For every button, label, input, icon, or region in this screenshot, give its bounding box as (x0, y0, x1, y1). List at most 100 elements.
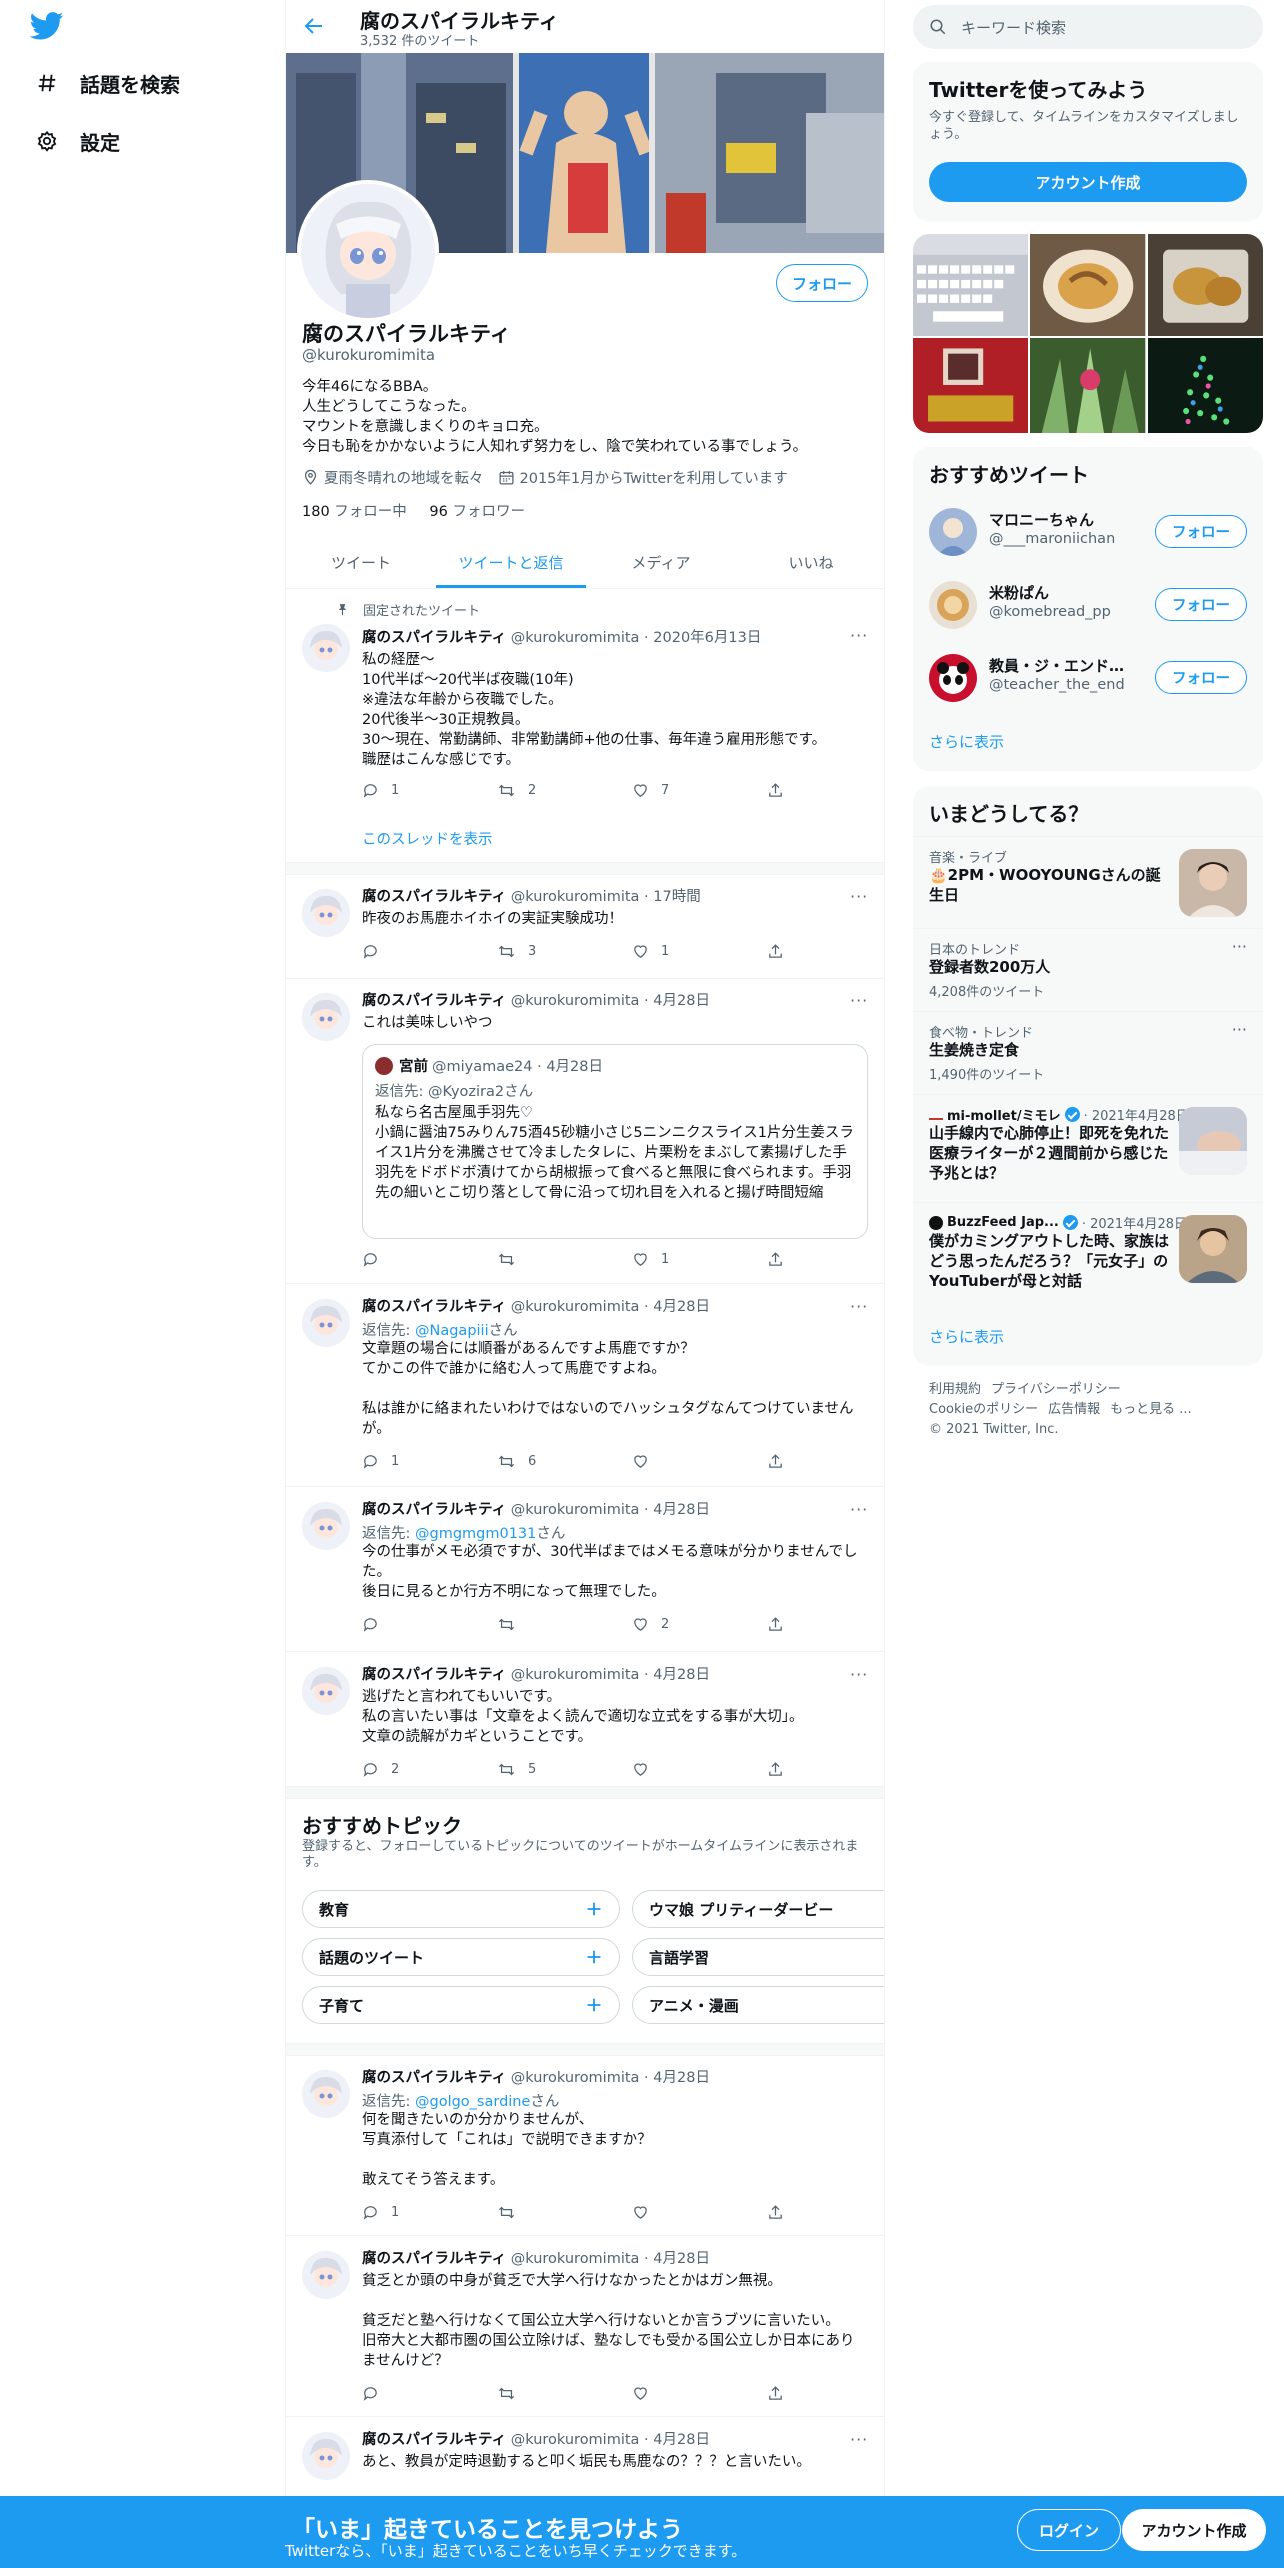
tweet[interactable]: 腐のスパイラルキティ @kurokuromimita · 4月28日 ··· こ… (286, 979, 884, 1284)
more-icon[interactable]: ··· (850, 887, 870, 907)
trend-item[interactable]: 音楽・ライブ 🎂2PM・WOOYOUNGさんの誕生日 (913, 836, 1263, 928)
share-button[interactable] (767, 943, 796, 960)
media-thumbnail[interactable] (1147, 234, 1263, 337)
news-item[interactable]: BuzzFeed Jap... · 2021年4月28日 僕がカミングアウトした時… (913, 1202, 1263, 1314)
reply-to-handle[interactable]: @gmgmgm0131 (415, 1526, 536, 1542)
tweet-avatar[interactable] (302, 993, 350, 1041)
tweet-author-name[interactable]: 腐のスパイラルキティ (362, 630, 506, 646)
tweet[interactable]: 腐のスパイラルキティ @kurokuromimita · 4月28日 ··· 返… (286, 1488, 884, 1652)
more-icon[interactable]: ··· (850, 2430, 870, 2450)
tweet-avatar[interactable] (302, 624, 350, 672)
retweet-button[interactable] (497, 2385, 632, 2402)
show-thread-link[interactable]: このスレッドを表示 (362, 828, 493, 849)
tweet-pinned[interactable]: 固定されたツイート 腐のスパイラルキティ @kurokuromimita · 2… (286, 590, 884, 856)
user-avatar[interactable] (929, 508, 977, 556)
profile-avatar[interactable] (297, 180, 439, 322)
retweet-button[interactable]: 5 (497, 1761, 632, 1778)
following-link[interactable]: 180 フォロー中 (302, 504, 425, 520)
footer-ads-link[interactable]: 広告情報 (1048, 1402, 1100, 1417)
quoted-tweet[interactable]: 宮前 @miyamae24 · 4月28日 返信先: @Kyozira2さん 私な… (362, 1044, 868, 1239)
reply-button[interactable] (362, 2385, 497, 2402)
reply-button[interactable]: 1 (362, 782, 497, 799)
user-avatar[interactable] (929, 581, 977, 629)
tweet-avatar[interactable] (302, 2251, 350, 2299)
twitter-logo-icon[interactable] (30, 12, 64, 40)
media-thumbnail[interactable] (1030, 338, 1146, 433)
tweet-avatar[interactable] (302, 2432, 350, 2480)
signup-button[interactable]: アカウント作成 (1122, 2509, 1266, 2551)
topic-pill[interactable]: 言語学習 (632, 1938, 884, 1976)
tweet-author-name[interactable]: 腐のスパイラルキティ (362, 2070, 506, 2086)
user-row[interactable]: 米粉ぱん @komebread_pp フォロー (913, 569, 1263, 642)
user-row[interactable]: マロニーちゃん @___maroniichan フォロー (913, 496, 1263, 569)
retweet-button[interactable]: 3 (497, 943, 632, 960)
trend-item[interactable]: 日本のトレンド ··· 登録者数200万人 4,208件のツイート (913, 928, 1263, 1011)
tweet[interactable]: 腐のスパイラルキティ @kurokuromimita · 4月28日 返信先: … (286, 2056, 884, 2236)
tab-likes[interactable]: いいね (736, 536, 884, 588)
share-button[interactable] (767, 1251, 796, 1268)
tweet-avatar[interactable] (302, 1299, 350, 1347)
topic-pill[interactable]: ウマ娘 プリティーダービー (632, 1890, 884, 1928)
tweet-author-name[interactable]: 腐のスパイラルキティ (362, 1299, 506, 1315)
plus-icon[interactable] (583, 1898, 605, 1920)
tweet[interactable]: 腐のスパイラルキティ @kurokuromimita · 4月28日 ··· あ… (286, 2418, 884, 2508)
retweet-button[interactable] (497, 2204, 632, 2221)
follow-user-button[interactable]: フォロー (1155, 661, 1247, 694)
share-button[interactable] (767, 782, 796, 799)
back-arrow-icon[interactable] (302, 14, 326, 38)
user-avatar[interactable] (929, 654, 977, 702)
tab-tweets-and-replies[interactable]: ツイートと返信 (436, 536, 586, 588)
tweet-avatar[interactable] (302, 889, 350, 937)
show-more-users-link[interactable]: さらに表示 (929, 731, 1004, 752)
tweet[interactable]: 腐のスパイラルキティ @kurokuromimita · 4月28日 ··· 逃… (286, 1653, 884, 1799)
like-button[interactable] (632, 2204, 767, 2221)
media-thumbnail[interactable] (913, 234, 1029, 337)
like-button[interactable] (632, 1453, 767, 1470)
media-thumbnail[interactable] (1147, 338, 1263, 433)
more-icon[interactable]: ··· (850, 1665, 870, 1685)
reply-button[interactable]: 2 (362, 1761, 497, 1778)
share-button[interactable] (767, 1761, 796, 1778)
topic-pill[interactable]: アニメ・漫画 (632, 1986, 884, 2024)
nav-settings[interactable]: 設定 (36, 121, 120, 161)
reply-button[interactable] (362, 1251, 497, 1268)
like-button[interactable]: 7 (632, 782, 767, 799)
topic-pill[interactable]: 教育 (302, 1890, 620, 1928)
tab-media[interactable]: メディア (586, 536, 736, 588)
login-button[interactable]: ログイン (1017, 2509, 1121, 2551)
footer-terms-link[interactable]: 利用規約 (929, 1382, 981, 1397)
search-input[interactable]: キーワード検索 (913, 5, 1263, 49)
like-button[interactable]: 1 (632, 943, 767, 960)
retweet-button[interactable] (497, 1251, 632, 1268)
like-button[interactable] (632, 2385, 767, 2402)
tweet-author-name[interactable]: 腐のスパイラルキティ (362, 993, 506, 1009)
like-button[interactable]: 2 (632, 1616, 767, 1633)
tweet-avatar[interactable] (302, 1667, 350, 1715)
media-thumbnail[interactable] (1030, 234, 1146, 337)
tweet-author-name[interactable]: 腐のスパイラルキティ (362, 1502, 506, 1518)
plus-icon[interactable] (583, 1946, 605, 1968)
footer-privacy-link[interactable]: プライバシーポリシー (991, 1382, 1121, 1397)
more-icon[interactable]: ··· (1232, 937, 1247, 956)
tweet-author-name[interactable]: 腐のスパイラルキティ (362, 1667, 506, 1683)
nav-explore[interactable]: 話題を検索 (36, 63, 180, 103)
tweet[interactable]: 腐のスパイラルキティ @kurokuromimita · 17時間 ··· 昨夜… (286, 875, 884, 979)
reply-button[interactable] (362, 943, 497, 960)
reply-button[interactable] (362, 1616, 497, 1633)
tweet-author-name[interactable]: 腐のスパイラルキティ (362, 2432, 506, 2448)
share-button[interactable] (767, 1616, 796, 1633)
more-icon[interactable]: ··· (850, 1500, 870, 1520)
follow-user-button[interactable]: フォロー (1155, 588, 1247, 621)
share-button[interactable] (767, 2204, 796, 2221)
more-icon[interactable]: ··· (850, 1297, 870, 1317)
more-icon[interactable]: ··· (850, 991, 870, 1011)
retweet-button[interactable]: 2 (497, 782, 632, 799)
share-button[interactable] (767, 2385, 796, 2402)
tweet-author-name[interactable]: 腐のスパイラルキティ (362, 889, 506, 905)
plus-icon[interactable] (583, 1994, 605, 2016)
retweet-button[interactable]: 6 (497, 1453, 632, 1470)
reply-to-handle[interactable]: @golgo_sardine (415, 2094, 530, 2110)
tweet-avatar[interactable] (302, 1502, 350, 1550)
more-icon[interactable]: ··· (1232, 1020, 1247, 1039)
tab-tweets[interactable]: ツイート (286, 536, 436, 588)
